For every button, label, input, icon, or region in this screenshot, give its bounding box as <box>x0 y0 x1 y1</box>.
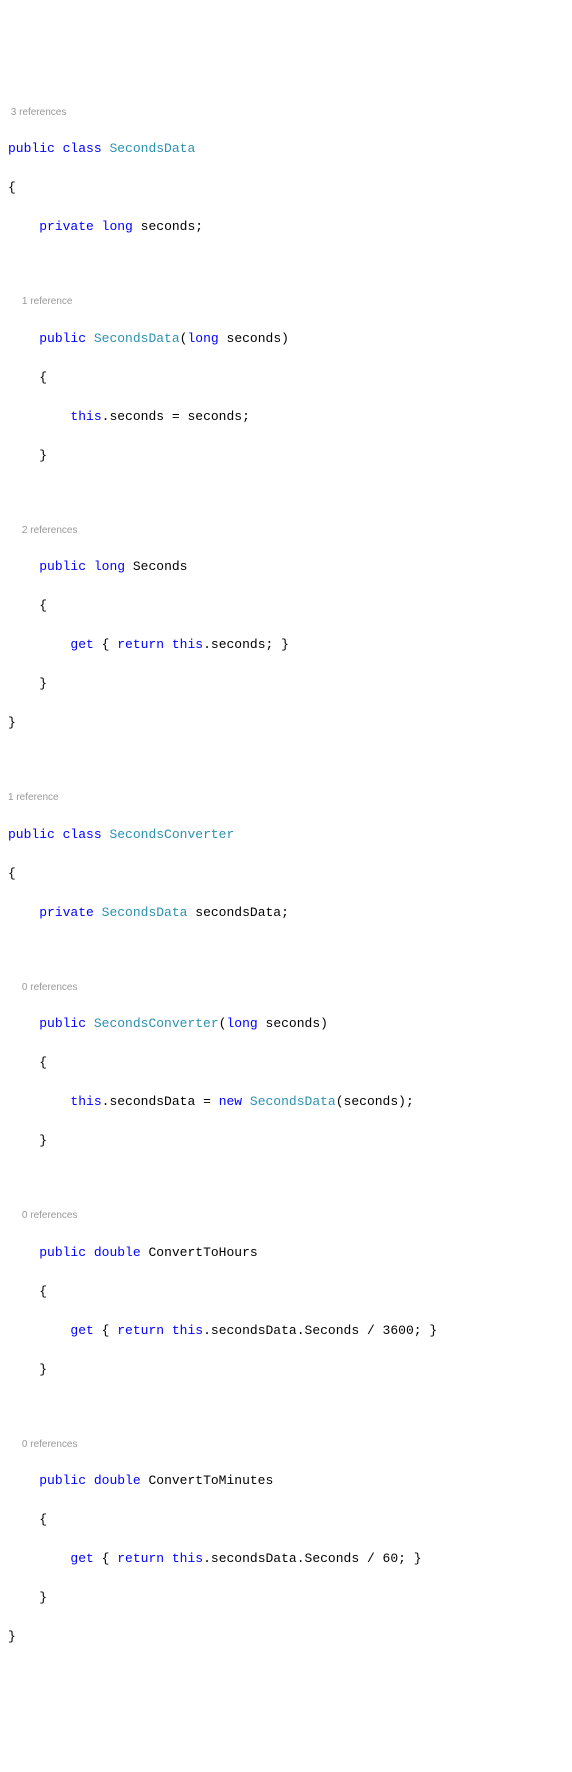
field-ref: secondsData <box>211 1551 297 1566</box>
keyword-return: return <box>117 1323 164 1338</box>
number-literal: 3600 <box>383 1323 414 1338</box>
code-line: public SecondsConverter(long seconds) <box>8 1014 564 1034</box>
code-line: { <box>8 596 564 616</box>
code-editor[interactable]: 3 references public class SecondsData { … <box>8 86 564 1666</box>
keyword-public: public <box>39 559 86 574</box>
code-line: } <box>8 1588 564 1608</box>
code-line: public double ConvertToHours <box>8 1243 564 1263</box>
code-line: { <box>8 178 564 198</box>
keyword-public: public <box>39 1473 86 1488</box>
field-name: secondsData <box>195 905 281 920</box>
property-name: ConvertToMinutes <box>148 1473 273 1488</box>
number-literal: 60 <box>383 1551 399 1566</box>
keyword-this: this <box>172 1323 203 1338</box>
keyword-new: new <box>219 1094 242 1109</box>
keyword-public: public <box>8 141 55 156</box>
type-name: SecondsData <box>109 141 195 156</box>
ctor-name: SecondsConverter <box>94 1016 219 1031</box>
blank-line <box>8 1399 564 1419</box>
param-ref: seconds <box>187 409 242 424</box>
code-line: private long seconds; <box>8 217 564 237</box>
code-line: get { return this.secondsData.Seconds / … <box>8 1321 564 1341</box>
keyword-public: public <box>39 1016 86 1031</box>
keyword-return: return <box>117 1551 164 1566</box>
code-line: this.secondsData = new SecondsData(secon… <box>8 1092 564 1112</box>
field-ref: seconds <box>211 637 266 652</box>
code-line: { <box>8 368 564 388</box>
codelens[interactable]: 2 references <box>8 524 564 538</box>
codelens[interactable]: 0 references <box>8 1209 564 1223</box>
keyword-public: public <box>39 1245 86 1260</box>
codelens[interactable]: 0 references <box>8 1438 564 1452</box>
blank-line <box>8 942 564 962</box>
param-ref: seconds <box>344 1094 399 1109</box>
param-name: seconds <box>266 1016 321 1031</box>
field-ref: seconds <box>109 409 164 424</box>
code-line: public double ConvertToMinutes <box>8 1471 564 1491</box>
keyword-private: private <box>39 219 94 234</box>
code-line: } <box>8 713 564 733</box>
property-ref: Seconds <box>305 1551 360 1566</box>
keyword-this: this <box>172 637 203 652</box>
keyword-this: this <box>70 409 101 424</box>
type-ref: SecondsData <box>102 905 188 920</box>
code-line: } <box>8 1131 564 1151</box>
keyword-private: private <box>39 905 94 920</box>
codelens[interactable]: 1 reference <box>8 295 564 309</box>
code-line: public class SecondsConverter <box>8 825 564 845</box>
property-name: Seconds <box>133 559 188 574</box>
code-line: } <box>8 674 564 694</box>
code-line: { <box>8 864 564 884</box>
keyword-return: return <box>117 637 164 652</box>
type-ref: SecondsData <box>250 1094 336 1109</box>
code-line: get { return this.seconds; } <box>8 635 564 655</box>
property-name: ConvertToHours <box>148 1245 257 1260</box>
code-line: } <box>8 1627 564 1647</box>
keyword-class: class <box>63 827 102 842</box>
code-line: { <box>8 1282 564 1302</box>
keyword-this: this <box>70 1094 101 1109</box>
code-line: { <box>8 1053 564 1073</box>
field-name: seconds <box>141 219 196 234</box>
keyword-class: class <box>63 141 102 156</box>
keyword-double: double <box>94 1473 141 1488</box>
blank-line <box>8 752 564 772</box>
codelens[interactable]: 3 references <box>8 106 564 120</box>
keyword-long: long <box>187 331 218 346</box>
code-line: public SecondsData(long seconds) <box>8 329 564 349</box>
code-line: get { return this.secondsData.Seconds / … <box>8 1549 564 1569</box>
property-ref: Seconds <box>305 1323 360 1338</box>
blank-line <box>8 256 564 276</box>
code-line: { <box>8 1510 564 1530</box>
codelens[interactable]: 0 references <box>8 981 564 995</box>
keyword-get: get <box>70 1323 93 1338</box>
keyword-public: public <box>39 331 86 346</box>
code-line: } <box>8 446 564 466</box>
code-line: private SecondsData secondsData; <box>8 903 564 923</box>
codelens[interactable]: 1 reference <box>8 791 564 805</box>
keyword-long: long <box>94 559 125 574</box>
type-name: SecondsConverter <box>109 827 234 842</box>
field-ref: secondsData <box>109 1094 195 1109</box>
keyword-this: this <box>172 1551 203 1566</box>
code-line: } <box>8 1360 564 1380</box>
keyword-long: long <box>102 219 133 234</box>
keyword-get: get <box>70 1551 93 1566</box>
keyword-double: double <box>94 1245 141 1260</box>
keyword-get: get <box>70 637 93 652</box>
code-line: public class SecondsData <box>8 139 564 159</box>
code-line: this.seconds = seconds; <box>8 407 564 427</box>
blank-line <box>8 1170 564 1190</box>
ctor-name: SecondsData <box>94 331 180 346</box>
keyword-long: long <box>226 1016 257 1031</box>
param-name: seconds <box>227 331 282 346</box>
keyword-public: public <box>8 827 55 842</box>
blank-line <box>8 485 564 505</box>
code-line: public long Seconds <box>8 557 564 577</box>
field-ref: secondsData <box>211 1323 297 1338</box>
